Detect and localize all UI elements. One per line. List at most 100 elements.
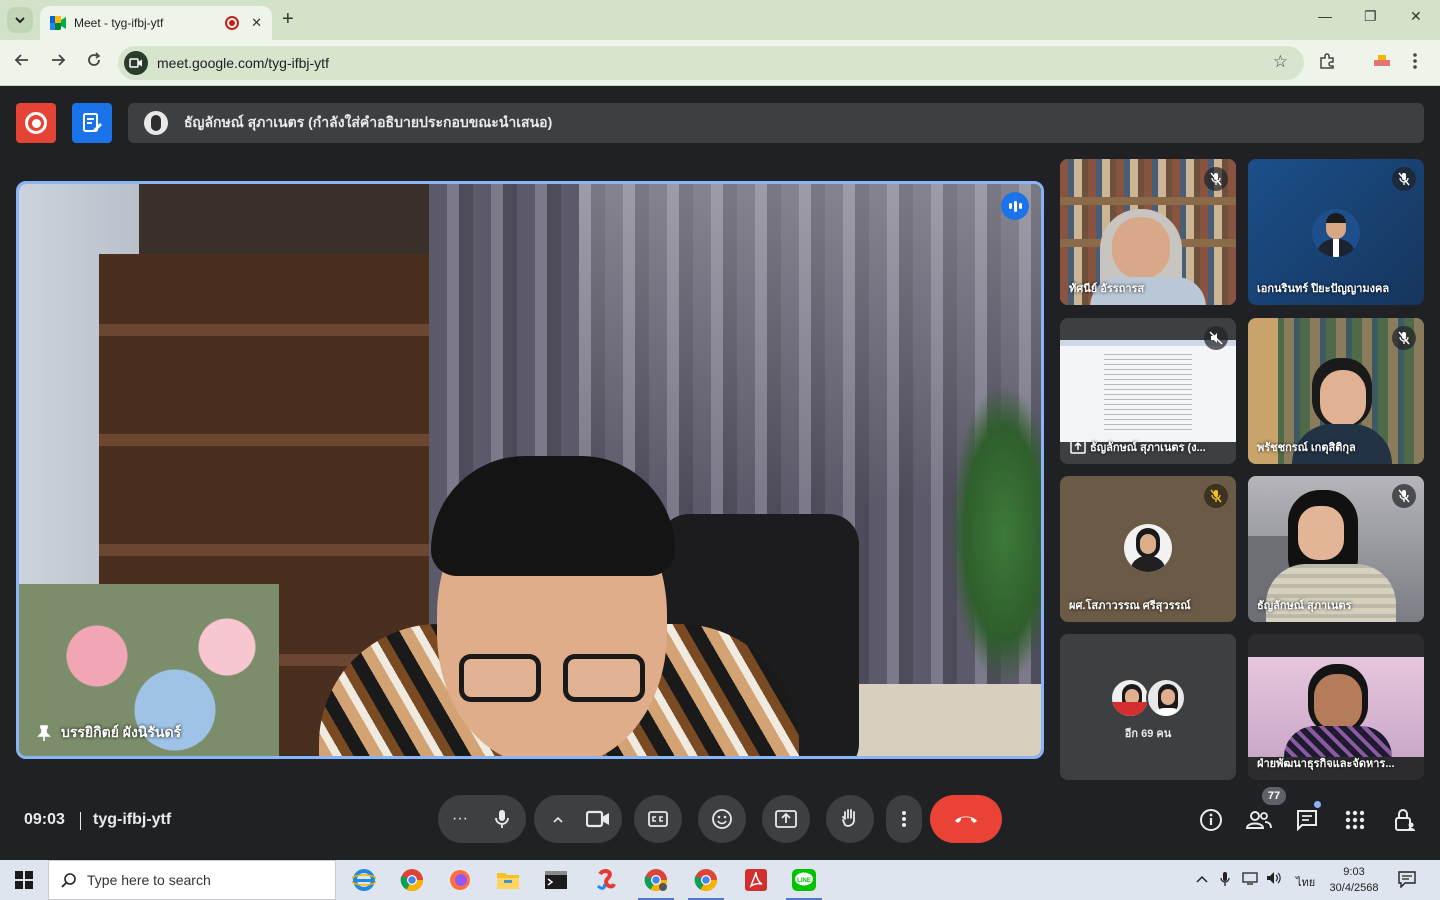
internet-explorer-icon[interactable] — [340, 860, 388, 900]
present-now-button[interactable] — [762, 795, 810, 843]
camera-button[interactable] — [574, 795, 622, 843]
annotation-button[interactable] — [72, 103, 112, 143]
edit-document-icon — [83, 113, 102, 132]
chrome-profile-icon[interactable] — [632, 860, 680, 900]
people-button[interactable] — [1246, 807, 1272, 833]
others-tile[interactable]: อีก 69 คน — [1060, 634, 1236, 780]
participant-tile[interactable]: ฝ่ายพัฒนาธุรกิจและจัดหาร... — [1248, 634, 1424, 780]
others-count-label: อีก 69 คน — [1124, 728, 1172, 740]
captions-button[interactable] — [634, 795, 682, 843]
meeting-code: tyg-ifbj-ytf — [93, 811, 172, 828]
captions-icon — [648, 811, 668, 827]
people-icon — [1246, 811, 1272, 829]
close-window-button[interactable]: ✕ — [1410, 8, 1422, 25]
participant-name: ทัศนีย์ อัรรถารส — [1069, 283, 1145, 295]
input-language[interactable]: ไทย — [1296, 873, 1315, 891]
bookmark-star-icon[interactable]: ☆ — [1273, 52, 1288, 72]
record-icon — [25, 112, 47, 134]
arrow-right-icon — [52, 54, 66, 66]
main-speaker-name: บรรยิกิตย์ ผังนิรันดร์ — [61, 724, 182, 740]
participant-tile[interactable]: ทัศนีย์ อัรรถารส — [1060, 159, 1236, 305]
participant-tile[interactable]: ผศ.โสภาวรรณ ศรีสุวรรณ์ — [1060, 476, 1236, 622]
main-speaker-video[interactable]: บรรยิกิตย์ ผังนิรันดร์ — [16, 181, 1044, 759]
info-icon — [1200, 809, 1222, 831]
other-participant-avatar — [1110, 678, 1150, 718]
apps-grid-icon — [1345, 810, 1365, 830]
microphone-icon — [495, 810, 509, 828]
participant-name: ธัญลักษณ์ สุภาเนตร — [1257, 600, 1352, 612]
main-speaker-label: บรรยิกิตย์ ผังนิรันดร์ — [37, 722, 181, 744]
audio-options-button[interactable]: ··· — [452, 810, 468, 828]
pin-icon — [37, 725, 51, 741]
video-camera-icon — [586, 810, 609, 828]
volume-icon[interactable] — [1266, 871, 1282, 888]
chat-icon — [1297, 810, 1317, 831]
participant-tile[interactable]: ธัญลักษณ์ สุภาเนตร — [1248, 476, 1424, 622]
more-options-button[interactable] — [886, 795, 922, 843]
host-controls-button[interactable] — [1392, 807, 1418, 833]
call-time: 09:03 — [24, 811, 65, 828]
recording-button[interactable] — [16, 103, 56, 143]
forward-button[interactable] — [47, 52, 69, 74]
participant-tile[interactable]: พรัชชกรณ์ เกตุสิติกุล — [1248, 318, 1424, 464]
chrome-meet-icon[interactable] — [682, 860, 730, 900]
taskbar-search-box[interactable]: Type here to search — [48, 860, 336, 900]
speaker-video-frame — [19, 184, 1041, 756]
reload-button[interactable] — [83, 52, 105, 74]
profile-extension-icon[interactable] — [1372, 52, 1392, 75]
browser-menu-icon[interactable] — [1412, 52, 1418, 75]
mic-control-group: ··· — [438, 795, 526, 843]
taskbar-date: 30/4/2568 — [1329, 882, 1379, 894]
participant-count-badge: 77 — [1262, 787, 1286, 805]
chrome-icon[interactable] — [388, 860, 436, 900]
muted-mic-icon — [1392, 326, 1416, 350]
participant-avatar — [1312, 209, 1360, 257]
terminal-icon[interactable] — [532, 860, 580, 900]
participant-tile-presenting[interactable]: ธัญลักษณ์ สุภาเนตร (ง... — [1060, 318, 1236, 464]
participant-name: ฝ่ายพัฒนาธุรกิจและจัดหาร... — [1257, 758, 1395, 770]
presenter-avatar — [144, 111, 168, 135]
activities-button[interactable] — [1342, 807, 1368, 833]
meet-favicon-icon — [50, 16, 66, 30]
extensions-icon[interactable] — [1318, 52, 1336, 75]
taskbar-clock[interactable]: 9:03 30/4/2568 — [1320, 864, 1388, 896]
show-hidden-icons[interactable] — [1196, 871, 1208, 886]
tab-close-button[interactable]: ✕ — [251, 15, 262, 31]
muted-speaker-icon — [1204, 326, 1228, 350]
new-tab-button[interactable]: + — [282, 8, 294, 30]
app-s-icon[interactable] — [582, 860, 630, 900]
lock-person-icon — [1395, 809, 1415, 831]
back-button[interactable] — [11, 52, 33, 74]
participant-avatar — [1124, 524, 1172, 572]
recording-indicator-icon — [225, 16, 240, 30]
meeting-details-button[interactable] — [1198, 807, 1224, 833]
omnibox[interactable]: meet.google.com/tyg-ifbj-ytf ☆ — [118, 46, 1304, 80]
tab-search-button[interactable] — [7, 7, 33, 33]
acrobat-icon[interactable] — [732, 860, 780, 900]
restore-button[interactable]: ❐ — [1364, 8, 1377, 25]
site-info-button[interactable] — [124, 51, 148, 75]
network-icon[interactable] — [1242, 871, 1260, 888]
reactions-button[interactable] — [698, 795, 746, 843]
file-explorer-icon[interactable] — [484, 860, 532, 900]
emoji-icon — [712, 809, 732, 829]
participant-tile[interactable]: เอกนรินทร์ ปิยะปัญญามงคล — [1248, 159, 1424, 305]
raise-hand-button[interactable] — [826, 795, 874, 843]
microphone-tray-icon[interactable] — [1220, 871, 1230, 890]
participant-name: เอกนรินทร์ ปิยะปัญญามงคล — [1257, 283, 1390, 295]
leave-call-button[interactable] — [930, 795, 1002, 843]
start-button[interactable] — [0, 860, 48, 900]
minimize-button[interactable]: — — [1318, 8, 1332, 24]
chat-button[interactable] — [1294, 807, 1320, 833]
muted-mic-icon — [1204, 484, 1228, 508]
chevron-down-icon — [15, 17, 25, 24]
microphone-button[interactable] — [478, 795, 526, 843]
tab-meet[interactable]: Meet - tyg-ifbj-ytf ✕ — [40, 6, 272, 40]
firefox-icon[interactable] — [436, 860, 484, 900]
chevron-up-icon[interactable] — [552, 815, 564, 823]
line-app-icon[interactable]: LINE — [780, 860, 828, 900]
url-text: meet.google.com/tyg-ifbj-ytf — [157, 55, 329, 71]
svg-text:LINE: LINE — [797, 878, 811, 884]
speaking-indicator-icon — [1001, 192, 1029, 220]
notifications-icon[interactable] — [1398, 870, 1416, 891]
